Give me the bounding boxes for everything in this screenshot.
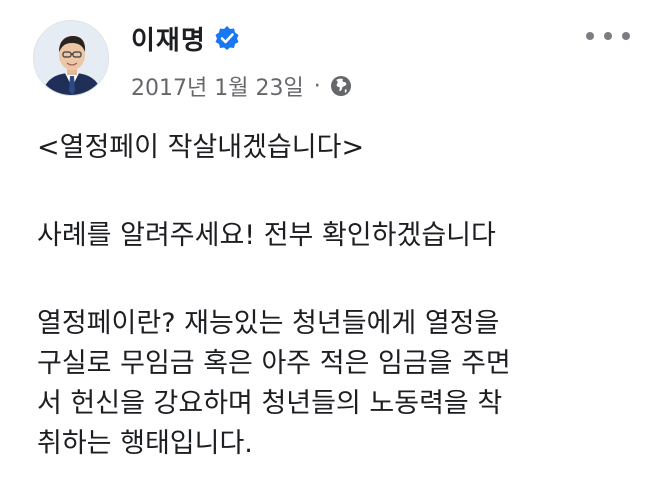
post-paragraph-title: <열정페이 작살내겠습니다> xyxy=(37,132,365,163)
avatar[interactable] xyxy=(33,20,109,96)
more-dot xyxy=(604,32,612,40)
author-name[interactable]: 이재명 xyxy=(131,20,206,57)
post-paragraph-request: 사례를 알려주세요! 전부 확인하겠습니다 xyxy=(37,220,496,251)
globe-icon[interactable] xyxy=(329,74,353,98)
verified-badge-icon xyxy=(214,25,240,51)
meta-separator: · xyxy=(313,73,321,99)
avatar-photo xyxy=(34,21,108,95)
more-options-button[interactable] xyxy=(586,22,630,50)
more-dot xyxy=(586,32,594,40)
post-text-line: 취하는 행태입니다. xyxy=(37,428,253,459)
post-meta: 2017년 1월 23일 · xyxy=(131,70,353,102)
post-text-line: 구실로 무임금 혹은 아주 적은 임금을 주면 xyxy=(37,348,511,379)
post-text-line: 서 헌신을 강요하며 청년들의 노동력을 착 xyxy=(37,388,503,419)
post-date[interactable]: 2017년 1월 23일 xyxy=(131,70,304,102)
author-row: 이재명 xyxy=(131,18,240,58)
post-paragraph-definition: 열정페이란? 재능있는 청년들에게 열정을 구실로 무임금 혹은 아주 적은 임… xyxy=(37,304,511,464)
facebook-post: 이재명 2017년 1월 23일 · <열정페이 작살내겠습니다> 사례를 알려… xyxy=(0,0,658,487)
post-text-line: 열정페이란? 재능있는 청년들에게 열정을 xyxy=(37,308,500,339)
more-dot xyxy=(622,32,630,40)
